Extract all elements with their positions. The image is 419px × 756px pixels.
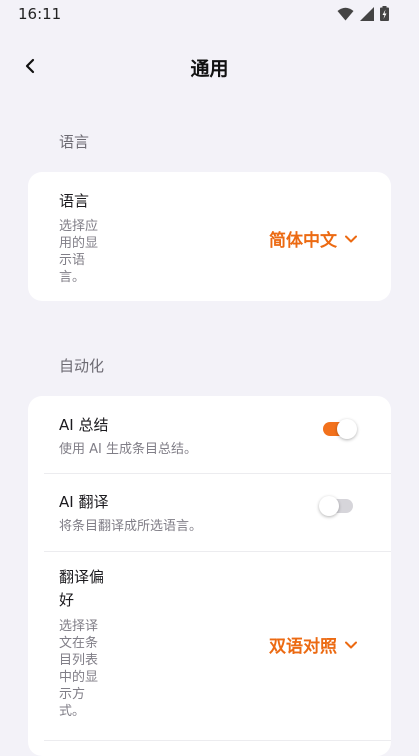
translation-pref-subtitle: 选择译 文在条 目列表 中的显 示方 式。 — [59, 619, 99, 719]
language-row-title: 语言 — [59, 192, 90, 210]
status-icons — [337, 6, 389, 21]
language-value: 简体中文 — [269, 231, 337, 251]
language-card: 语言 选择应 用的显 示语 言。 简体中文 — [28, 172, 391, 301]
ai-summary-title: AI 总结 — [59, 416, 109, 434]
ai-translate-toggle[interactable] — [319, 496, 353, 516]
toggle-knob — [337, 419, 357, 439]
ai-summary-subtitle: 使用 AI 生成条目总结。 — [59, 442, 197, 457]
language-dropdown[interactable]: 简体中文 — [269, 226, 357, 251]
translation-pref-row[interactable]: 翻译偏 好 选择译 文在条 目列表 中的显 示方 式。 双语对照 — [28, 552, 391, 742]
ai-summary-row[interactable]: AI 总结 使用 AI 生成条目总结。 — [28, 396, 391, 473]
language-row[interactable]: 语言 选择应 用的显 示语 言。 简体中文 — [28, 172, 391, 301]
automation-card: AI 总结 使用 AI 生成条目总结。 AI 翻译 将条目翻译成所选语言。 翻译… — [28, 396, 391, 756]
ai-translate-row[interactable]: AI 翻译 将条目翻译成所选语言。 — [28, 474, 391, 551]
translation-pref-value: 双语对照 — [269, 637, 337, 657]
wifi-icon — [337, 7, 354, 20]
ai-translate-title: AI 翻译 — [59, 493, 109, 511]
app-bar: 通用 — [0, 40, 419, 96]
language-row-subtitle: 选择应 用的显 示语 言。 — [59, 219, 99, 285]
section-label-language: 语言 — [59, 133, 90, 151]
chevron-down-icon — [345, 235, 357, 242]
signal-icon — [360, 6, 374, 21]
ai-summary-toggle[interactable] — [323, 419, 357, 439]
divider — [44, 740, 391, 741]
ai-translate-subtitle: 将条目翻译成所选语言。 — [59, 519, 203, 534]
status-time: 16:11 — [18, 5, 62, 23]
chevron-down-icon — [345, 641, 357, 648]
toggle-knob — [319, 496, 339, 516]
translation-pref-dropdown[interactable]: 双语对照 — [269, 632, 357, 657]
page-title: 通用 — [190, 58, 229, 80]
section-label-automation: 自动化 — [59, 357, 105, 375]
battery-icon — [380, 6, 389, 21]
translation-pref-title: 翻译偏 好 — [59, 568, 105, 609]
status-bar: 16:11 — [0, 0, 419, 28]
